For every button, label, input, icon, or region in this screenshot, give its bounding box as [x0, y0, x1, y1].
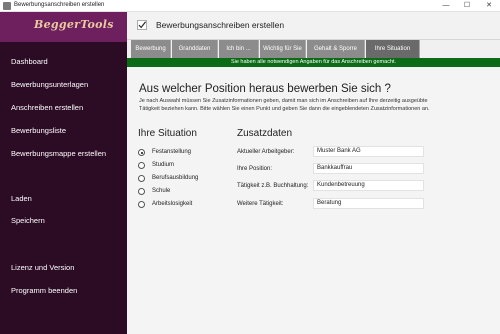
- field-label-position: Ihre Position:: [237, 166, 273, 172]
- content-panel: Aus welcher Position heraus bewerben Sie…: [127, 67, 500, 334]
- radio-button[interactable]: [138, 175, 145, 182]
- arbeitgeber-input[interactable]: Muster Bank AG: [313, 146, 424, 157]
- radio-button[interactable]: [138, 149, 145, 156]
- sidebar-item-lizenz-und-version[interactable]: Lizenz und Version: [11, 263, 74, 272]
- content-heading: Aus welcher Position heraus bewerben Sie…: [139, 83, 391, 95]
- logo-strip: BeggerTools: [0, 12, 127, 42]
- position-input[interactable]: Bankkauffrau: [313, 163, 424, 174]
- sidebar: BeggerTools Dashboard Bewerbungsunterlag…: [0, 12, 127, 334]
- sidebar-item-laden[interactable]: Laden: [11, 194, 32, 203]
- tab-bar: Bewerbung Granddaten Ich bin ... Wichtig…: [127, 40, 500, 58]
- tab-ihre-situation[interactable]: Ihre Situation: [366, 40, 420, 58]
- window-titlebar: Bewerbungsanschreiben erstellen — ☐ ✕: [0, 0, 500, 12]
- status-notice: Sie haben alle notwendigen Angaben für d…: [127, 58, 500, 67]
- page-title: Bewerbungsanschreiben erstellen: [156, 20, 285, 30]
- tab-ich-bin[interactable]: Ich bin ...: [219, 40, 259, 58]
- radio-label: Schule: [152, 188, 171, 194]
- situation-title: Ihre Situation: [138, 128, 197, 139]
- window-title: Bewerbungsanschreiben erstellen: [14, 2, 105, 8]
- field-label-arbeitgeber: Aktueller Arbeitgeber:: [237, 149, 295, 155]
- minimize-button[interactable]: —: [438, 0, 454, 12]
- field-label-taetigkeit: Tätigkeit z.B. Buchhaltung:: [237, 183, 309, 189]
- tab-granddaten[interactable]: Granddaten: [172, 40, 218, 58]
- checkmark-icon: [137, 20, 147, 30]
- radio-label: Arbeitslosigkeit: [152, 201, 193, 207]
- radio-button[interactable]: [138, 162, 145, 169]
- sidebar-item-programm-beenden[interactable]: Programm beenden: [11, 286, 77, 295]
- app-icon: [3, 2, 11, 10]
- intro-text: Je nach Auswahl müssen Sie Zusatzinforma…: [139, 98, 430, 112]
- taetigkeit-input[interactable]: Kundenbetreuung: [313, 180, 424, 191]
- maximize-button[interactable]: ☐: [459, 0, 475, 12]
- sidebar-item-bewerbungsmappe-erstellen[interactable]: Bewerbungsmappe erstellen: [11, 149, 106, 158]
- zusatzdaten-title: Zusatzdaten: [237, 128, 293, 139]
- tab-bewerbung[interactable]: Bewerbung: [131, 40, 171, 58]
- radio-label: Berufsausbildung: [152, 175, 199, 181]
- sidebar-item-bewerbungsunterlagen[interactable]: Bewerbungsunterlagen: [11, 80, 88, 89]
- sidebar-item-speichern[interactable]: Speichern: [11, 216, 45, 225]
- close-button[interactable]: ✕: [481, 0, 497, 12]
- main-header: Bewerbungsanschreiben erstellen: [127, 12, 500, 40]
- tab-wichtig-fuer-sie[interactable]: Wichtig für Sie: [260, 40, 306, 58]
- field-label-weitere-taetigkeit: Weitere Tätigkeit:: [237, 201, 284, 207]
- radio-button[interactable]: [138, 188, 145, 195]
- weitere-taetigkeit-input[interactable]: Beratung: [313, 198, 424, 209]
- sidebar-item-anschreiben-erstellen[interactable]: Anschreiben erstellen: [11, 103, 83, 112]
- app-logo: BeggerTools: [34, 18, 114, 31]
- sidebar-item-bewerbungsliste[interactable]: Bewerbungsliste: [11, 126, 66, 135]
- radio-label: Festanstellung: [152, 149, 192, 155]
- sidebar-item-dashboard[interactable]: Dashboard: [11, 57, 48, 66]
- tab-gehalt-sporre[interactable]: Gehalt & Sporre: [307, 40, 365, 58]
- radio-button[interactable]: [138, 201, 145, 208]
- radio-label: Studium: [152, 162, 175, 168]
